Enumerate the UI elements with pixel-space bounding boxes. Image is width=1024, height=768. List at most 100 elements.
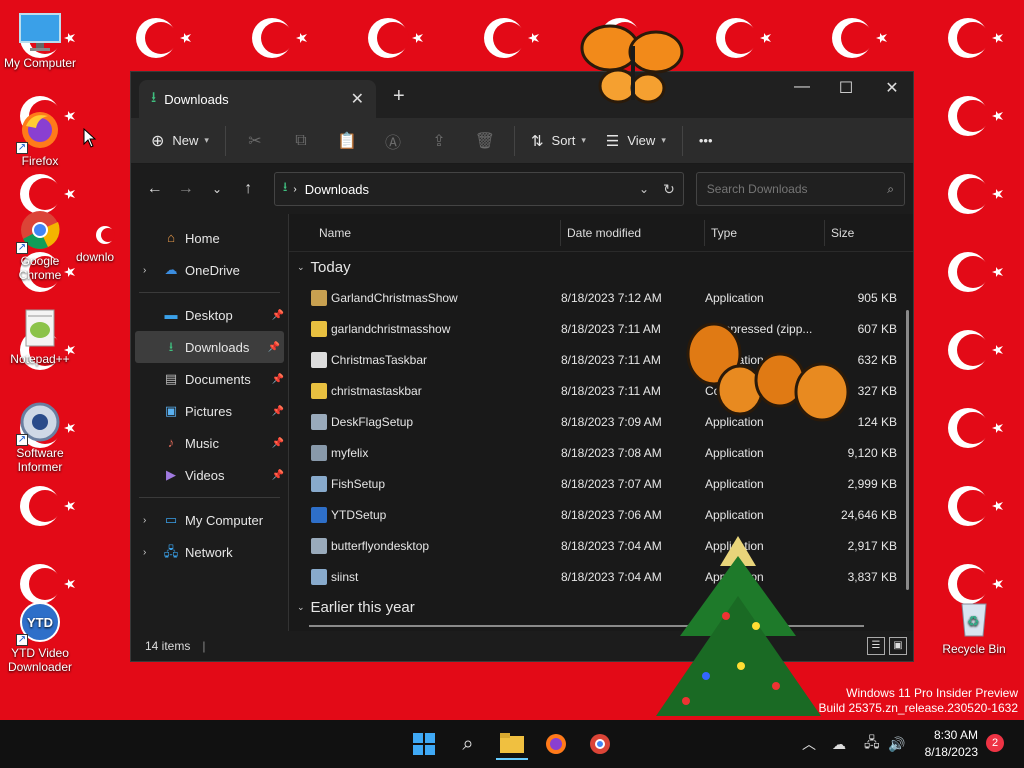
sort-button[interactable]: ⇅ Sort ▾: [521, 125, 596, 157]
view-button[interactable]: ☰ View ▾: [596, 125, 676, 157]
column-header-date[interactable]: Date modified: [561, 219, 705, 246]
show-hidden-icons-button[interactable]: ︿: [802, 720, 816, 768]
copy-icon[interactable]: ⧉: [278, 125, 324, 157]
expand-chevron-icon[interactable]: ›: [143, 265, 146, 276]
file-name-cell: FishSetup: [289, 475, 561, 492]
pin-icon: 📌: [267, 341, 280, 353]
shortcut-arrow-icon: ↗: [16, 634, 28, 646]
file-icon: [311, 413, 327, 430]
desktop-icon-ytd[interactable]: YTD ↗ YTD Video Downloader: [2, 600, 78, 674]
maximize-button[interactable]: ☐: [823, 78, 869, 98]
new-tab-button[interactable]: +: [393, 85, 405, 108]
firefox-icon: [546, 734, 566, 754]
windows-logo-icon: [413, 733, 435, 755]
details-view-icon[interactable]: ☰: [867, 637, 885, 655]
search-icon[interactable]: ⌕: [452, 728, 484, 760]
start-button[interactable]: [408, 728, 440, 760]
butterfly-icon: [580, 24, 684, 104]
os-watermark: Windows 11 Pro Insider Preview Build 253…: [819, 686, 1019, 716]
nav-item-my-computer[interactable]: › ▭ My Computer: [131, 504, 288, 536]
network-status-icon[interactable]: 🖧: [864, 720, 880, 768]
desktop-icon-firefox[interactable]: ↗ Firefox: [2, 108, 78, 168]
file-name: myfelix: [331, 445, 369, 460]
chrome-taskbar-icon[interactable]: [584, 728, 616, 760]
up-arrow-icon[interactable]: ↑: [233, 180, 264, 198]
refresh-icon[interactable]: ↻: [663, 181, 675, 198]
share-icon[interactable]: ⇪: [416, 125, 462, 157]
desktop-icon-chrome[interactable]: ↗ Google Chrome: [2, 208, 78, 282]
file-icon: [311, 537, 327, 554]
search-input[interactable]: [706, 182, 888, 196]
close-window-button[interactable]: ✕: [869, 78, 915, 98]
download-arrow-icon: ⭳: [168, 339, 174, 354]
back-arrow-icon[interactable]: ←: [139, 180, 170, 198]
vertical-scrollbar[interactable]: [906, 310, 909, 590]
desktop-icon-download[interactable]: downlo: [76, 222, 132, 264]
nav-item-downloads[interactable]: ⭳ Downloads 📌: [135, 331, 284, 363]
nav-item-documents[interactable]: ▤ Documents 📌: [131, 363, 288, 395]
desktop-icon-my-computer[interactable]: My Computer: [2, 10, 78, 70]
desktop-icon-notepadpp[interactable]: Notepad++: [2, 306, 78, 366]
file-name: DeskFlagSetup: [331, 414, 414, 429]
paste-icon[interactable]: 📋: [324, 125, 370, 157]
file-icon: [311, 289, 327, 306]
column-header-type[interactable]: Type: [705, 219, 825, 246]
nav-item-desktop[interactable]: ▬ Desktop 📌: [131, 299, 288, 331]
nav-item-network[interactable]: › 🖧 Network: [131, 536, 288, 568]
rename-icon[interactable]: Ⓐ: [370, 125, 416, 157]
address-dropdown-icon[interactable]: ⌄: [639, 182, 649, 196]
time: 8:30 AM: [933, 728, 978, 742]
nav-item-music[interactable]: ♪ Music 📌: [131, 427, 288, 459]
forward-arrow-icon[interactable]: →: [170, 180, 201, 198]
notification-badge[interactable]: 2: [986, 734, 1004, 752]
file-icon: [311, 320, 327, 337]
search-icon[interactable]: ⌕: [887, 182, 894, 197]
tab-downloads[interactable]: ⭳ Downloads ✕: [139, 80, 376, 118]
desktop-icon-label: My Computer: [3, 56, 77, 70]
minimize-button[interactable]: —: [779, 78, 825, 96]
nav-item-home[interactable]: ⌂ Home: [131, 222, 288, 254]
new-button[interactable]: ⊕ New ▾: [141, 125, 219, 157]
cloud-icon: ☁: [164, 262, 178, 277]
volume-icon[interactable]: 🔊: [888, 720, 905, 768]
column-header-name[interactable]: Name: [289, 219, 561, 246]
recent-locations-icon[interactable]: ⌄: [201, 182, 232, 196]
nav-item-videos[interactable]: ▶ Videos 📌: [131, 459, 288, 491]
desktop-icon-software-informer[interactable]: ↗ Software Informer: [2, 400, 78, 474]
file-name: garlandchristmasshow: [331, 321, 451, 336]
picture-icon: ▣: [164, 403, 178, 418]
search-box[interactable]: ⌕: [695, 172, 906, 206]
firefox-taskbar-icon[interactable]: [540, 728, 572, 760]
file-name-cell: christmastaskbar: [289, 382, 561, 399]
column-header-size[interactable]: Size: [825, 220, 905, 246]
close-tab-icon[interactable]: ✕: [351, 89, 364, 109]
desktop-icon-recycle-bin[interactable]: ♻ Recycle Bin: [936, 596, 1012, 656]
cloud-status-icon[interactable]: ☁: [832, 720, 846, 768]
file-name-cell: myfelix: [289, 444, 561, 461]
file-explorer-icon[interactable]: [496, 728, 528, 760]
nav-item-onedrive[interactable]: › ☁ OneDrive: [131, 254, 288, 286]
delete-icon[interactable]: 🗑: [462, 125, 508, 157]
tiles-view-icon[interactable]: ▣: [889, 637, 907, 655]
nav-label: Documents: [185, 371, 251, 387]
group-header-today[interactable]: ⌄ Today: [289, 252, 913, 282]
expand-chevron-icon[interactable]: ›: [143, 547, 146, 558]
group-label: Today: [310, 258, 351, 276]
clock[interactable]: 8:30 AM 8/18/2023: [925, 727, 978, 761]
file-row[interactable]: GarlandChristmasShow 8/18/2023 7:12 AM App…: [289, 282, 913, 313]
more-options-button[interactable]: •••: [689, 125, 723, 157]
nav-label: Videos: [185, 467, 225, 483]
breadcrumb[interactable]: Downloads: [305, 182, 625, 197]
address-bar[interactable]: ⭳ › Downloads ⌄ ↻: [273, 172, 684, 206]
file-row[interactable]: FishSetup 8/18/2023 7:07 AM Application 2,9…: [289, 468, 913, 499]
file-date: 8/18/2023 7:06 AM: [561, 507, 662, 522]
nav-item-pictures[interactable]: ▣ Pictures 📌: [131, 395, 288, 427]
watermark-line: Windows 11 Pro Insider Preview: [846, 686, 1018, 700]
file-row[interactable]: myfelix 8/18/2023 7:08 AM Application 9,120…: [289, 437, 913, 468]
file-name-cell: siinst: [289, 568, 561, 585]
nav-label: Home: [185, 230, 220, 246]
cut-icon[interactable]: ✂: [232, 125, 278, 157]
file-name-cell: garlandchristmasshow: [289, 320, 561, 337]
expand-chevron-icon[interactable]: ›: [143, 515, 146, 526]
file-size: 2,999 KB: [847, 476, 897, 491]
